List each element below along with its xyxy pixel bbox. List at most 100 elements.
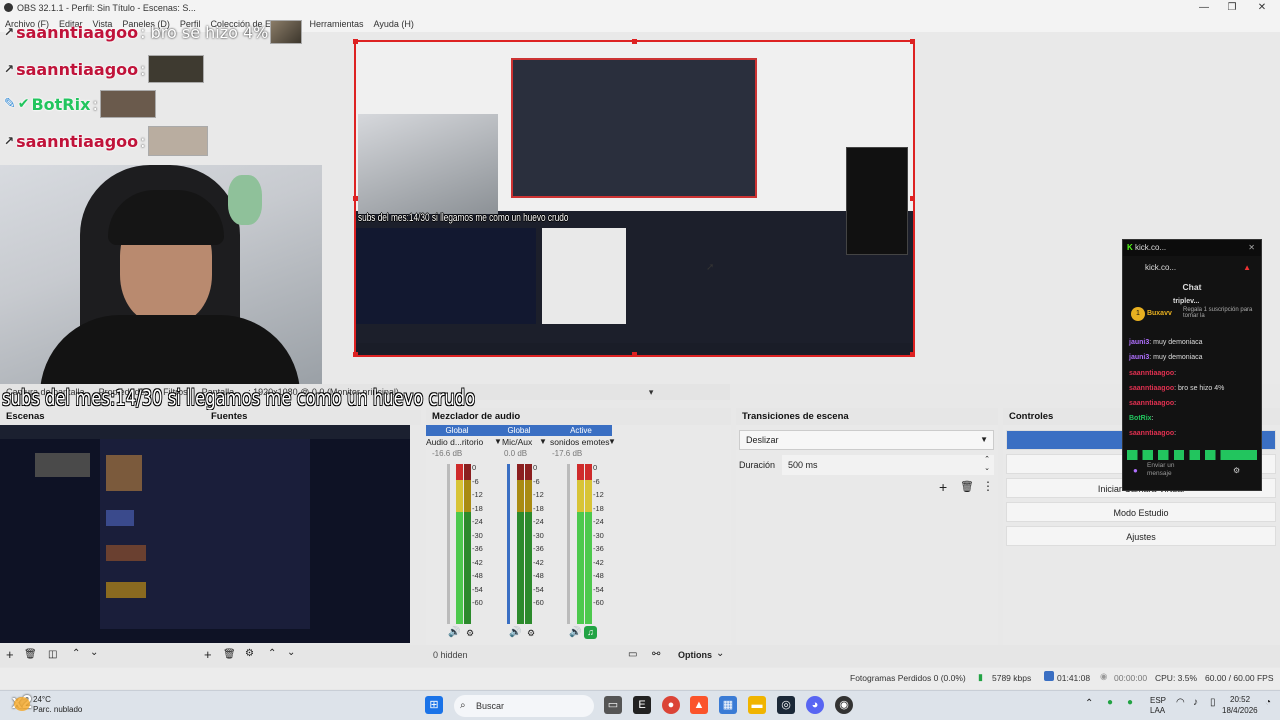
- kick-chat-window: K kick.co... ✕ kick.co... ▲ Chat triplev…: [1122, 239, 1262, 491]
- resize-handle[interactable]: [353, 39, 358, 44]
- trash-icon[interactable]: 🗑: [223, 649, 236, 660]
- chevron-down-icon[interactable]: ⌄: [716, 648, 724, 659]
- gear-icon[interactable]: ⚙: [245, 648, 254, 659]
- close-icon[interactable]: ✕: [1248, 240, 1255, 256]
- preview-subs-text: subs del mes:14/30 si llegamos me como u…: [358, 212, 569, 224]
- chrome-icon[interactable]: ●: [662, 696, 680, 714]
- task-view-icon[interactable]: ▭: [604, 696, 622, 714]
- options-button[interactable]: Options: [678, 650, 712, 660]
- volume-icon[interactable]: ♪: [1193, 697, 1198, 708]
- chat-line: jauni3: muy demoniaca: [1129, 339, 1203, 346]
- resize-handle[interactable]: [632, 39, 637, 44]
- mic-icon[interactable]: ●: [1127, 697, 1133, 708]
- brave-icon[interactable]: ▲: [690, 696, 708, 714]
- steam-icon[interactable]: ◎: [777, 696, 795, 714]
- add-icon[interactable]: +: [939, 479, 947, 495]
- notification-icon[interactable]: ◔: [1265, 697, 1271, 708]
- preview-canvas[interactable]: subs del mes:14/30 si llegamos me como u…: [353, 39, 915, 357]
- mixer-channel: Active sonidos emotes -17.6 dB: [550, 425, 612, 460]
- gear-icon[interactable]: ⚙: [527, 628, 535, 639]
- clock-date[interactable]: 18/4/2026: [1222, 706, 1258, 715]
- speaker-icon[interactable]: 🔊: [448, 627, 460, 638]
- speaker-icon[interactable]: 🔊: [569, 627, 581, 638]
- resize-handle[interactable]: [632, 352, 637, 357]
- discord-icon[interactable]: ◕: [806, 696, 824, 714]
- channel-db: -17.6 dB: [552, 449, 583, 458]
- taskbar-search[interactable]: ⌕ Buscar: [454, 695, 594, 717]
- clock-time[interactable]: 20:52: [1230, 695, 1250, 704]
- obs-logo-icon: [4, 3, 13, 12]
- windows-start-icon[interactable]: ⊞: [425, 696, 443, 714]
- overlay-chat-line: ✎ ✔ BotRix :: [4, 90, 156, 118]
- filter-icon[interactable]: ◫: [48, 649, 57, 660]
- chevron-down-icon[interactable]: ▼: [608, 437, 616, 446]
- resize-handle[interactable]: [353, 352, 358, 357]
- language-layout[interactable]: LAA: [1150, 706, 1165, 715]
- chevron-down-icon[interactable]: ▾: [649, 387, 654, 398]
- tray-app-icon[interactable]: ●: [1107, 697, 1113, 708]
- maximize-button[interactable]: ❐: [1216, 0, 1248, 15]
- chat-message: :: [92, 94, 98, 114]
- duration-spinbox[interactable]: 500 ms ⌃ ⌄: [782, 455, 994, 475]
- audio-meter: [585, 464, 592, 624]
- chat-line: saanntiaagoo:: [1129, 400, 1177, 407]
- weather-desc[interactable]: Parc. nublado: [33, 705, 82, 714]
- emote-row[interactable]: [1127, 450, 1257, 460]
- arrow-icon: ↗: [4, 134, 15, 148]
- resize-handle[interactable]: [910, 196, 915, 201]
- monitor-headphone-icon[interactable]: ♫: [584, 626, 597, 639]
- weather-temp[interactable]: 24°C: [33, 695, 51, 704]
- link-icon[interactable]: ⚯: [652, 649, 660, 660]
- language[interactable]: ESP: [1150, 696, 1166, 705]
- chevron-up-icon[interactable]: ⌃: [1085, 698, 1093, 709]
- nested-scene-panel: [356, 228, 536, 324]
- studio-mode-button[interactable]: Modo Estudio: [1006, 502, 1276, 522]
- more-icon[interactable]: ⋮: [982, 479, 994, 493]
- transition-select[interactable]: Deslizar ▼: [739, 430, 994, 450]
- layout-icon[interactable]: ▭: [628, 649, 637, 660]
- chevron-down-icon[interactable]: ⌄: [90, 647, 98, 658]
- volume-slider[interactable]: [507, 464, 510, 624]
- db-scale: 0 -6 -12 -18 -24 -30 -36 -42 -48 -54 -60: [593, 463, 604, 607]
- store-icon[interactable]: ▦: [719, 696, 737, 714]
- chevron-up-icon[interactable]: ⌃: [268, 648, 276, 659]
- epic-games-icon[interactable]: E: [633, 696, 651, 714]
- nested-webcam: [358, 114, 498, 214]
- obs-icon[interactable]: ◉: [835, 696, 853, 714]
- kick-urlbar[interactable]: kick.co... ▲: [1123, 260, 1261, 276]
- trash-icon[interactable]: 🗑: [24, 649, 37, 660]
- stream-icon: [1044, 671, 1054, 681]
- audio-meter: [577, 464, 584, 624]
- chevron-up-icon[interactable]: ⌃: [72, 648, 80, 659]
- overlay-chat-line: ↗ saanntiaagoo :: [4, 126, 208, 156]
- badge-icon: 1: [1131, 307, 1145, 321]
- volume-slider[interactable]: [567, 464, 570, 624]
- chevron-down-icon[interactable]: ▼: [539, 437, 547, 446]
- send-message-input[interactable]: Enviar un mensaje: [1147, 462, 1187, 478]
- close-button[interactable]: ✕: [1246, 0, 1278, 15]
- gear-icon[interactable]: ⚙: [1233, 466, 1240, 475]
- speaker-icon[interactable]: 🔊: [509, 627, 521, 638]
- brave-icon[interactable]: ▲: [1243, 260, 1251, 276]
- resize-handle[interactable]: [910, 39, 915, 44]
- menu-ayuda[interactable]: Ayuda (H): [374, 19, 414, 29]
- resize-handle[interactable]: [910, 352, 915, 357]
- menu-herramientas[interactable]: Herramientas: [310, 19, 364, 29]
- volume-slider[interactable]: [447, 464, 450, 624]
- chevron-down-icon[interactable]: ⌄: [287, 647, 295, 658]
- trash-icon[interactable]: 🗑: [960, 480, 974, 493]
- add-scene-icon[interactable]: +: [6, 647, 14, 662]
- mic-icon[interactable]: ●: [1133, 466, 1138, 475]
- spin-arrows-icon[interactable]: ⌃ ⌄: [984, 455, 990, 473]
- settings-button[interactable]: Ajustes: [1006, 526, 1276, 546]
- record-icon: ◉: [1100, 671, 1108, 681]
- folder-icon[interactable]: ▬: [748, 696, 766, 714]
- add-source-icon[interactable]: +: [204, 647, 212, 662]
- battery-icon[interactable]: ▯: [1210, 697, 1216, 708]
- resize-handle[interactable]: [353, 196, 358, 201]
- chat-message: : bro se hizo 4%: [140, 22, 269, 42]
- gear-icon[interactable]: ⚙: [466, 628, 474, 639]
- wifi-icon[interactable]: ◠: [1176, 697, 1185, 708]
- kick-titlebar: K kick.co... ✕: [1123, 240, 1261, 256]
- weather-icon[interactable]: [14, 697, 30, 711]
